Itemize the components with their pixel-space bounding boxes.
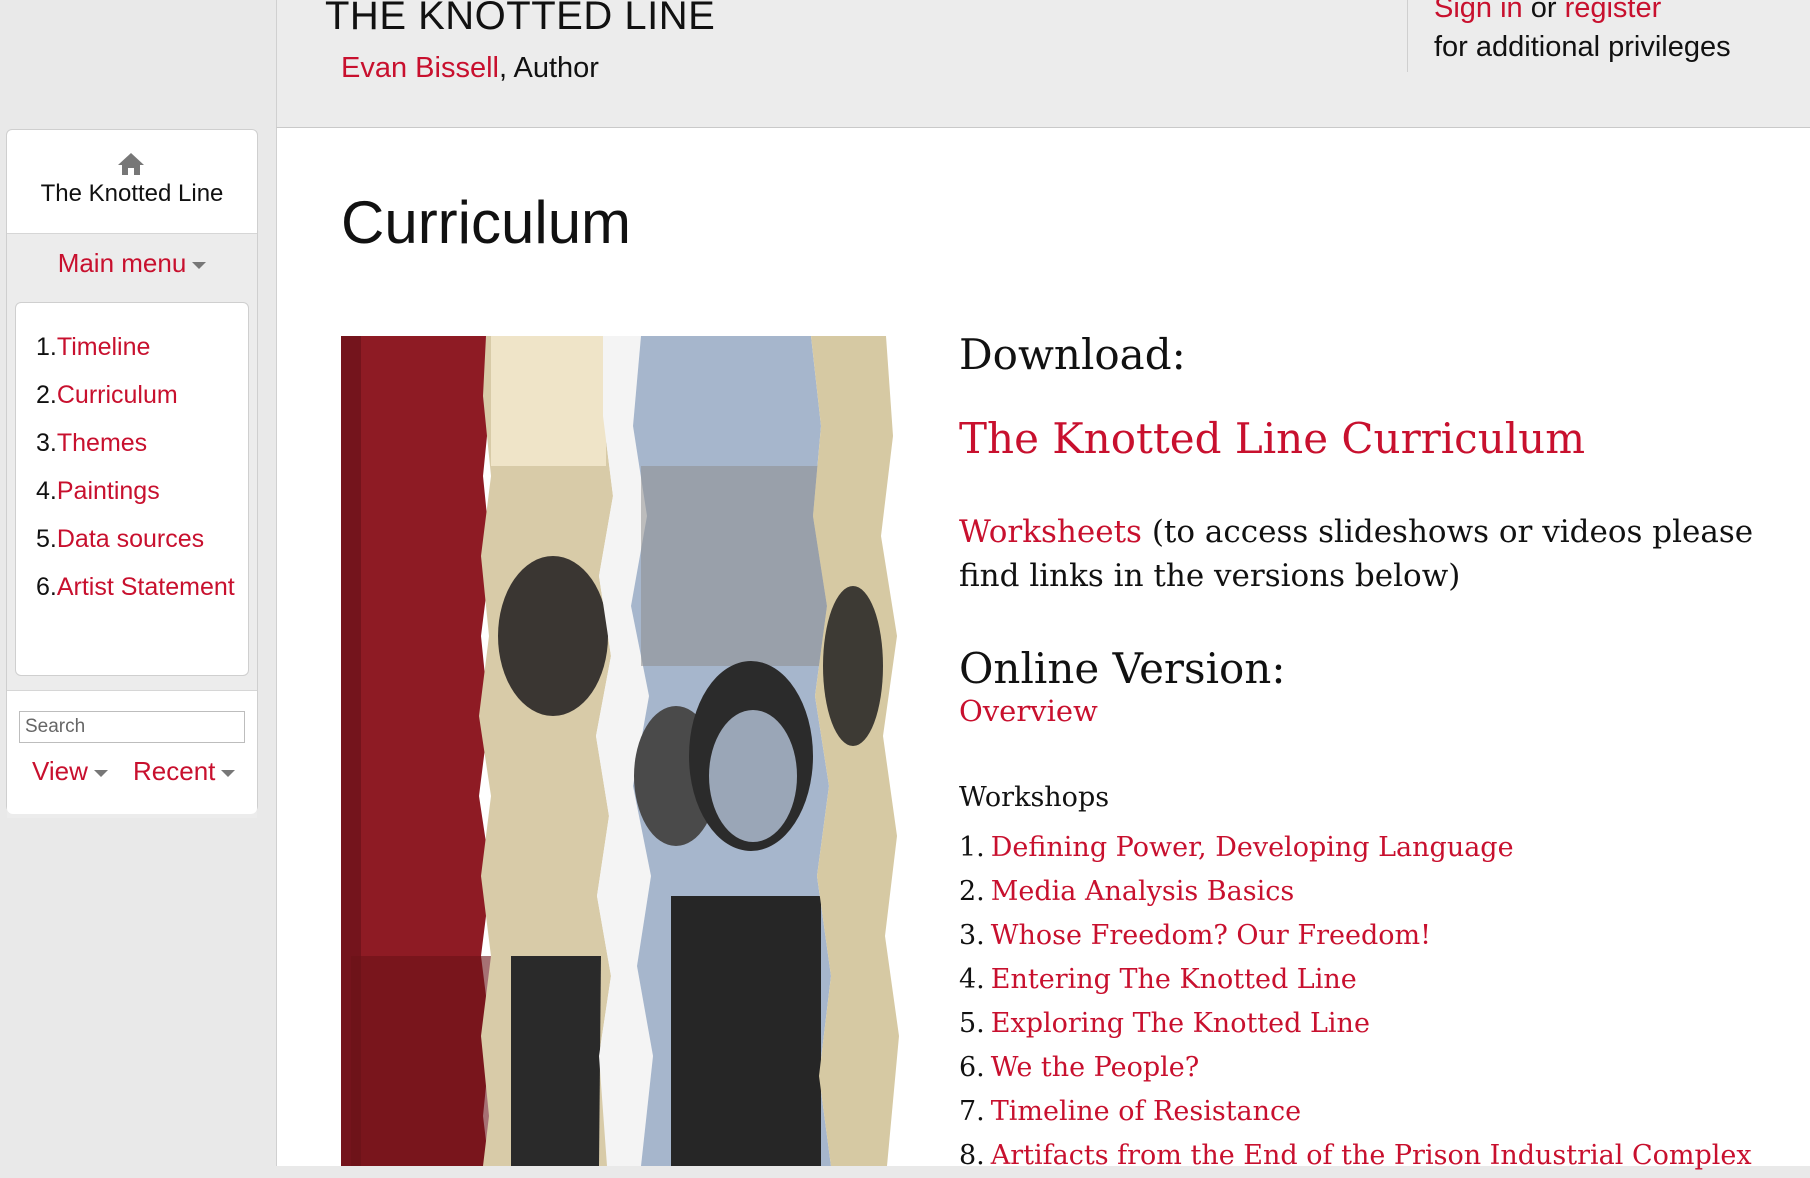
home-link[interactable]: The Knotted Line [7, 130, 257, 234]
list-item: 8. Artifacts from the End of the Prison I… [959, 1134, 1752, 1178]
workshop-number: 5. [959, 1008, 985, 1039]
page-title: Curriculum [341, 189, 632, 256]
workshop-link[interactable]: Exploring The Knotted Line [991, 1008, 1370, 1039]
sidebar: The Knotted Line Main menu 1.Timeline 2.… [6, 129, 258, 818]
chevron-down-icon [93, 769, 108, 777]
toc-link-timeline[interactable]: Timeline [57, 333, 151, 361]
site-header: THE KNOTTED LINE Evan Bissell, Author Si… [276, 0, 1810, 128]
toc-number: 6. [36, 573, 57, 601]
toc-item[interactable]: 4.Paintings [36, 475, 241, 507]
toc-item[interactable]: 5.Data sources [36, 523, 241, 555]
author-role: , Author [498, 52, 599, 84]
overview-link[interactable]: Overview [959, 694, 1098, 728]
workshop-link[interactable]: Media Analysis Basics [991, 876, 1294, 907]
main-menu-label: Main menu [57, 248, 187, 278]
view-label: View [32, 756, 88, 786]
toc-item[interactable]: 1.Timeline [36, 331, 241, 363]
main-menu-button[interactable]: Main menu [7, 243, 257, 283]
workshop-link[interactable]: Whose Freedom? Our Freedom! [991, 920, 1431, 951]
toc-item[interactable]: 6.Artist Statement [36, 571, 241, 603]
toc-number: 1. [36, 333, 57, 361]
or-text: or [1522, 0, 1565, 24]
toc-link-curriculum[interactable]: Curriculum [57, 381, 178, 409]
workshop-number: 3. [959, 920, 985, 951]
workshop-number: 6. [959, 1052, 985, 1083]
workshop-link[interactable]: Defining Power, Developing Language [991, 832, 1514, 863]
worksheets-paragraph: Worksheets (to access slideshows or vide… [959, 510, 1779, 598]
toc-link-paintings[interactable]: Paintings [57, 477, 160, 505]
sign-in-link[interactable]: Sign in [1434, 0, 1523, 24]
workshop-link[interactable]: Artifacts from the End of the Prison Ind… [991, 1140, 1752, 1171]
chevron-down-icon [192, 261, 207, 269]
curriculum-download-link[interactable]: The Knotted Line Curriculum [959, 414, 1585, 463]
list-item: 5. Exploring The Knotted Line [959, 1002, 1752, 1046]
search-input[interactable] [19, 711, 245, 743]
workshop-number: 7. [959, 1096, 985, 1127]
curriculum-cover-image [341, 336, 917, 1166]
workshop-link[interactable]: Timeline of Resistance [991, 1096, 1301, 1127]
recent-dropdown[interactable]: Recent [133, 756, 236, 787]
list-item: 1. Defining Power, Developing Language [959, 826, 1752, 870]
toc-item[interactable]: 3.Themes [36, 427, 241, 459]
recent-label: Recent [133, 756, 216, 786]
workshops-list: 1. Defining Power, Developing Language 2.… [959, 826, 1752, 1178]
download-heading: Download: [959, 330, 1186, 379]
main-content: Curriculum Download: The Knotted Line Cu… [276, 128, 1810, 1171]
toc-number: 2. [36, 381, 57, 409]
workshop-number: 1. [959, 832, 985, 863]
author-line: Evan Bissell, Author [341, 52, 599, 85]
view-dropdown[interactable]: View [32, 756, 108, 787]
chevron-down-icon [221, 769, 236, 777]
register-link[interactable]: register [1565, 0, 1662, 24]
list-item: 4. Entering The Knotted Line [959, 958, 1752, 1002]
workshop-link[interactable]: We the People? [991, 1052, 1199, 1083]
toc-number: 4. [36, 477, 57, 505]
list-item: 3. Whose Freedom? Our Freedom! [959, 914, 1752, 958]
privileges-text: for additional privileges [1434, 31, 1731, 63]
book-title: THE KNOTTED LINE [325, 0, 716, 38]
toc-item[interactable]: 2.Curriculum [36, 379, 241, 411]
toc-link-data-sources[interactable]: Data sources [57, 525, 204, 553]
search-area: View Recent [7, 690, 257, 814]
list-item: 6. We the People? [959, 1046, 1752, 1090]
workshop-number: 8. [959, 1140, 985, 1171]
toc-link-artist-statement[interactable]: Artist Statement [57, 573, 235, 601]
author-link[interactable]: Evan Bissell [341, 52, 499, 84]
toc-number: 3. [36, 429, 57, 457]
worksheets-link[interactable]: Worksheets [959, 514, 1142, 550]
workshop-link[interactable]: Entering The Knotted Line [991, 964, 1357, 995]
list-item: 7. Timeline of Resistance [959, 1090, 1752, 1134]
signin-box: Sign in or register for additional privi… [1407, 0, 1731, 72]
toc-number: 5. [36, 525, 57, 553]
online-version-heading: Online Version: [959, 644, 1286, 693]
table-of-contents: 1.Timeline 2.Curriculum 3.Themes 4.Paint… [15, 302, 249, 676]
workshop-number: 4. [959, 964, 985, 995]
list-item: 2. Media Analysis Basics [959, 870, 1752, 914]
toc-link-themes[interactable]: Themes [57, 429, 147, 457]
workshop-number: 2. [959, 876, 985, 907]
home-icon [118, 153, 144, 175]
home-label: The Knotted Line [40, 180, 224, 207]
workshops-label: Workshops [959, 782, 1110, 813]
